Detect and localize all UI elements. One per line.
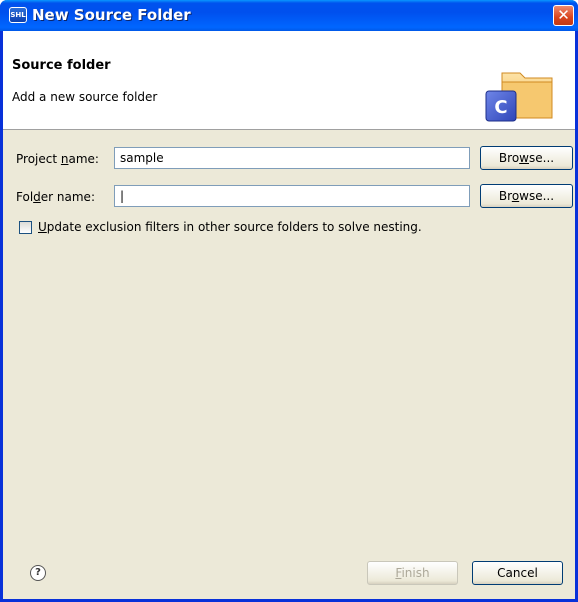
folder-browse-button[interactable]: Browse...: [480, 184, 573, 208]
close-button[interactable]: ✕: [553, 5, 574, 26]
project-name-input[interactable]: sample: [114, 147, 470, 169]
dialog-window: SHL New Source Folder ✕ Source folder Ad…: [0, 0, 578, 602]
page-description: Add a new source folder: [12, 90, 158, 104]
finish-button[interactable]: Finish: [367, 561, 458, 585]
folder-wizard-banner-icon: C: [485, 72, 553, 122]
project-browse-button[interactable]: Browse...: [480, 146, 573, 170]
close-icon: ✕: [557, 6, 570, 24]
app-icon: SHL: [9, 7, 27, 23]
help-icon[interactable]: ?: [30, 565, 46, 581]
page-title: Source folder: [12, 58, 111, 73]
window-title: New Source Folder: [32, 6, 191, 24]
update-exclusion-label[interactable]: Update exclusion filters in other source…: [38, 220, 422, 234]
banner-letter: C: [494, 97, 507, 118]
title-bar[interactable]: SHL New Source Folder ✕: [0, 0, 578, 31]
wizard-header: Source folder Add a new source folder C: [3, 31, 575, 130]
folder-name-input[interactable]: |: [114, 185, 470, 207]
update-exclusion-checkbox[interactable]: [19, 221, 32, 234]
folder-name-label: Folder name:: [16, 190, 95, 204]
project-name-label: Project name:: [16, 152, 99, 166]
cancel-button[interactable]: Cancel: [472, 561, 563, 585]
